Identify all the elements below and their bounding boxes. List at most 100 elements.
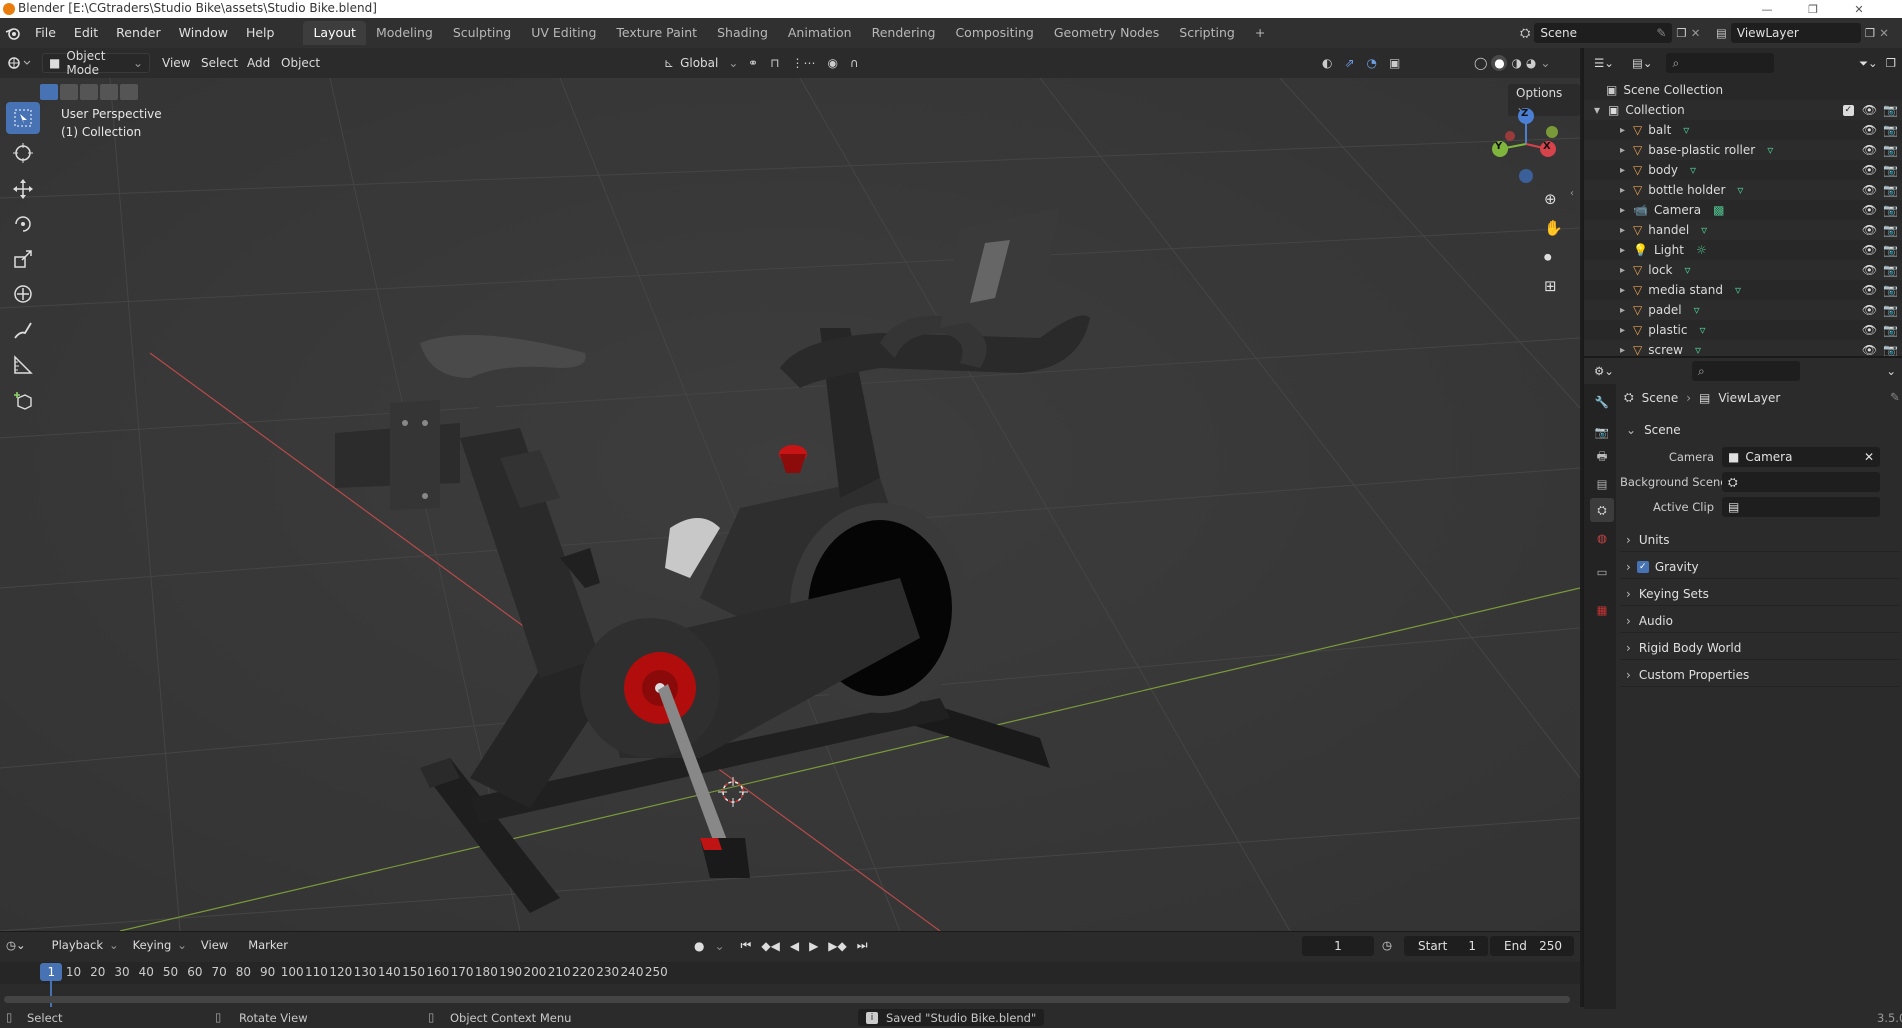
play-icon[interactable]: ▶ <box>809 939 818 953</box>
expand-icon[interactable]: ▸ <box>1620 325 1625 336</box>
camera-view-icon[interactable]: ⏺ <box>1544 248 1563 266</box>
render-tab-icon[interactable]: 📷 <box>1590 420 1614 444</box>
status-report[interactable]: i Saved "Studio Bike.blend" <box>858 1009 1045 1026</box>
cursor-tool[interactable] <box>6 137 40 169</box>
play-reverse-icon[interactable]: ◀ <box>790 939 799 953</box>
mesh-data-icon[interactable]: ▿ <box>1701 223 1707 237</box>
delete-scene-icon[interactable]: ✕ <box>1691 26 1701 40</box>
render-camera-icon[interactable]: 📷 <box>1883 323 1898 337</box>
outliner-item[interactable]: ▸ 📹 Camera ▩ 👁 📷 <box>1584 200 1902 220</box>
3d-viewport[interactable]: User Perspective (1) Collection Options … <box>0 78 1580 931</box>
restore-button[interactable]: ❐ <box>1790 0 1836 18</box>
menu-add[interactable]: Add <box>247 53 270 73</box>
menu-select[interactable]: Select <box>201 53 238 73</box>
audio-panel-header[interactable]: › Audio <box>1620 609 1900 633</box>
chevron-down-icon[interactable]: ⌄ <box>1886 364 1896 378</box>
texture-tab-icon[interactable]: ▦ <box>1590 598 1614 622</box>
menu-view[interactable]: View <box>162 53 190 73</box>
blender-menu-icon[interactable] <box>0 26 26 40</box>
eye-icon[interactable]: 👁 <box>1862 143 1877 157</box>
world-tab-icon[interactable]: ◍ <box>1590 526 1614 550</box>
start-frame-field[interactable]: Start 1 <box>1404 936 1488 956</box>
mesh-data-icon[interactable]: ▿ <box>1695 343 1701 357</box>
editor-type-icon[interactable] <box>6 53 32 73</box>
mode-selector[interactable]: ■ Object Mode ⌄ <box>42 49 150 77</box>
eye-icon[interactable]: 👁 <box>1862 263 1877 277</box>
menu-help[interactable]: Help <box>237 18 284 48</box>
tab-layout[interactable]: Layout <box>303 21 366 45</box>
transform-tool[interactable] <box>6 278 40 310</box>
scene-panel-header[interactable]: ⌄ Scene <box>1620 418 1900 442</box>
tab-rendering[interactable]: Rendering <box>862 21 946 45</box>
prev-keyframe-icon[interactable]: ◆◀ <box>761 939 779 953</box>
gravity-checkbox[interactable]: ✓ <box>1636 560 1649 573</box>
pan-hand-icon[interactable]: ✋ <box>1544 219 1563 237</box>
collection-tab-icon[interactable]: ▭ <box>1590 560 1614 584</box>
pin-icon[interactable]: ✎ <box>1890 390 1900 404</box>
gravity-panel-header[interactable]: › ✓ Gravity <box>1620 555 1900 579</box>
outliner-item[interactable]: ▸ ▽ lock ▿ 👁 📷 <box>1584 260 1902 280</box>
eye-icon[interactable]: 👁 <box>1862 163 1877 177</box>
material-shading-icon[interactable]: ◑ <box>1511 56 1521 70</box>
camera-data-icon[interactable]: ▩ <box>1713 203 1724 217</box>
outliner-item[interactable]: ▸ ▽ bottle holder ▿ 👁 📷 <box>1584 180 1902 200</box>
next-keyframe-icon[interactable]: ▶◆ <box>828 939 846 953</box>
filter-icon[interactable]: ⏷⌄ <box>1859 56 1878 71</box>
ortho-grid-icon[interactable]: ⊞ <box>1544 277 1563 295</box>
tool-tab-icon[interactable]: 🔧 <box>1590 390 1614 414</box>
tab-animation[interactable]: Animation <box>778 21 862 45</box>
mesh-data-icon[interactable]: ▿ <box>1735 283 1741 297</box>
scene-icon[interactable]: ⛭ <box>1520 26 1530 41</box>
outliner-item[interactable]: ▸ ▽ base-plastic roller ▿ 👁 📷 <box>1584 140 1902 160</box>
tab-modeling[interactable]: Modeling <box>366 21 443 45</box>
render-camera-icon[interactable]: 📷 <box>1883 103 1898 117</box>
new-scene-icon[interactable]: ❐ <box>1676 26 1686 40</box>
render-camera-icon[interactable]: 📷 <box>1883 203 1898 217</box>
render-camera-icon[interactable]: 📷 <box>1883 283 1898 297</box>
render-camera-icon[interactable]: 📷 <box>1883 243 1898 257</box>
menu-file[interactable]: File <box>26 18 65 48</box>
expand-icon[interactable]: ▸ <box>1620 345 1625 356</box>
outliner-search-input[interactable]: ⌕ <box>1666 53 1775 73</box>
new-viewlayer-icon[interactable]: ❐ <box>1865 26 1875 40</box>
tab-sculpting[interactable]: Sculpting <box>443 21 521 45</box>
select-new-icon[interactable] <box>40 84 58 100</box>
new-collection-icon[interactable]: ❐ <box>1886 56 1896 70</box>
eye-icon[interactable]: 👁 <box>1862 323 1877 337</box>
render-camera-icon[interactable]: 📷 <box>1883 223 1898 237</box>
navigation-gizmo[interactable]: Z Y X <box>1486 104 1566 184</box>
transform-orientation[interactable]: ⊾ Global ⌄ <box>664 53 738 73</box>
expand-icon[interactable]: ▸ <box>1620 165 1625 176</box>
scene-tab-icon[interactable]: ⛭ <box>1590 498 1614 522</box>
mesh-data-icon[interactable]: ▿ <box>1694 303 1700 317</box>
keying-sets-panel-header[interactable]: › Keying Sets <box>1620 582 1900 606</box>
expand-icon[interactable]: ▸ <box>1620 145 1625 156</box>
move-tool[interactable] <box>6 173 40 205</box>
tab-compositing[interactable]: Compositing <box>945 21 1043 45</box>
properties-editor-icon[interactable]: ⚙⌄ <box>1594 364 1614 378</box>
render-camera-icon[interactable]: 📷 <box>1883 343 1898 357</box>
properties-search-input[interactable]: ⌕ <box>1691 361 1800 381</box>
outliner-editor-icon[interactable]: ☰⌄ <box>1594 56 1614 70</box>
outliner-item[interactable]: ▸ ▽ balt ▿ 👁 📷 <box>1584 120 1902 140</box>
select-box-tool[interactable] <box>6 102 40 134</box>
expand-icon[interactable]: ▸ <box>1620 265 1625 276</box>
outliner-item[interactable]: ▸ ▽ padel ▿ 👁 📷 <box>1584 300 1902 320</box>
menu-playback[interactable]: Playback <box>52 938 103 952</box>
background-scene-field[interactable]: ⛭ <box>1722 472 1880 492</box>
breadcrumb-viewlayer[interactable]: ViewLayer <box>1718 391 1780 405</box>
select-intersect-icon[interactable] <box>120 84 138 100</box>
solid-shading-icon[interactable]: ● <box>1491 55 1508 71</box>
rigid-body-world-panel-header[interactable]: › Rigid Body World <box>1620 636 1900 660</box>
pin-icon[interactable]: ✎ <box>1656 26 1666 40</box>
visibility-icon[interactable]: ◐ <box>1322 56 1332 70</box>
menu-render[interactable]: Render <box>107 18 170 48</box>
eye-icon[interactable]: 👁 <box>1862 103 1877 117</box>
rendered-shading-icon[interactable]: ◕ <box>1526 56 1536 70</box>
outliner-item[interactable]: ▸ ▽ handel ▿ 👁 📷 <box>1584 220 1902 240</box>
mesh-data-icon[interactable]: ▿ <box>1683 123 1689 137</box>
breadcrumb-scene[interactable]: Scene <box>1642 391 1679 405</box>
mesh-data-icon[interactable]: ▿ <box>1690 163 1696 177</box>
outliner-scene-collection[interactable]: ▣ Scene Collection <box>1584 80 1902 100</box>
expand-icon[interactable]: ▸ <box>1620 245 1625 256</box>
